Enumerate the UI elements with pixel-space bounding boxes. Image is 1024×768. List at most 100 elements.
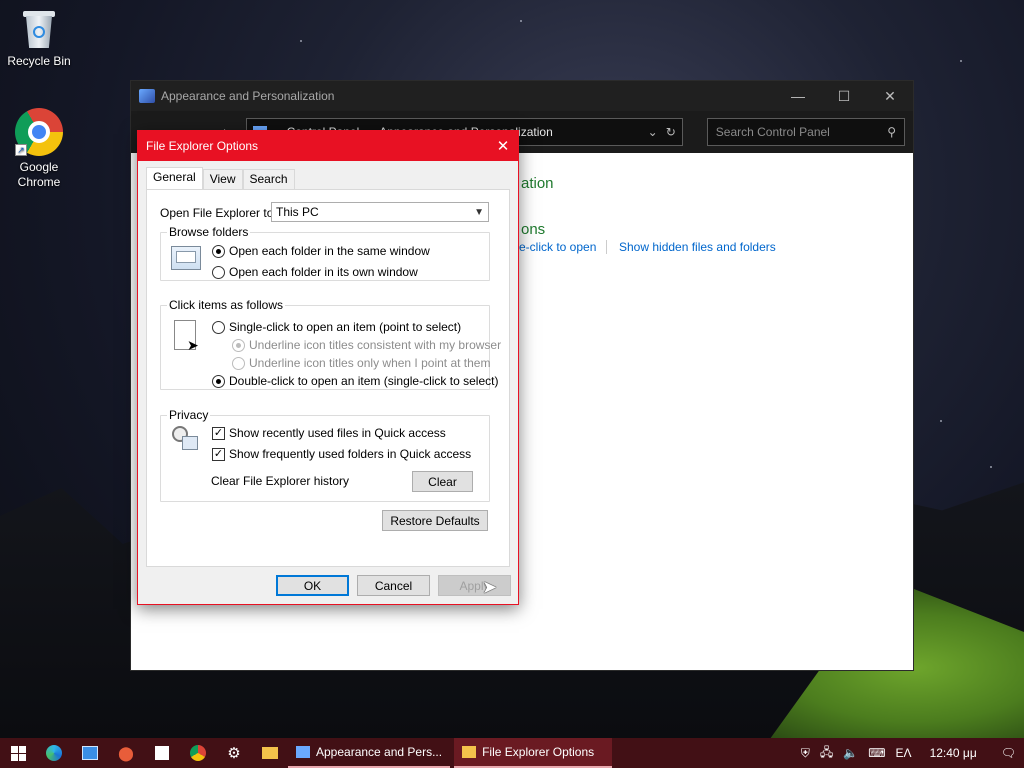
checkbox-label: Show frequently used folders in Quick ac… (229, 447, 472, 461)
refresh-icon[interactable]: ↻ (666, 125, 676, 139)
close-button[interactable]: ✕ (867, 81, 913, 111)
folder-options-icon (462, 746, 477, 758)
show-hidden-files-link[interactable]: Show hidden files and folders (619, 240, 776, 254)
clear-history-label: Clear File Explorer history (211, 474, 350, 488)
cancel-button[interactable]: Cancel (357, 575, 430, 596)
settings-gear-icon[interactable]: ⚙ (216, 738, 252, 768)
taskbar-app-label: Appearance and Pers... (316, 745, 443, 759)
page-heading: ation (521, 175, 554, 192)
open-file-explorer-select[interactable]: This PC ▼ (271, 202, 489, 222)
radio-button (232, 356, 245, 370)
radio-label: Double-click to open an item (single-cli… (229, 374, 499, 388)
clock-files-icon (172, 426, 200, 454)
apply-button[interactable]: Apply (438, 575, 511, 596)
radio-button (232, 338, 245, 352)
divider (606, 240, 607, 254)
star (300, 40, 302, 42)
system-tray: ⛨ 🖧 🔈 ⌨ ΕΛ 12:40 μμ 🗨 (801, 738, 1024, 768)
control-panel-icon (139, 89, 155, 103)
click-to-open-link[interactable]: e-click to open (519, 240, 596, 254)
restore-defaults-button[interactable]: Restore Defaults (382, 510, 488, 531)
control-panel-titlebar: Appearance and Personalization — ☐ ✕ (131, 81, 913, 111)
file-explorer-icon[interactable] (252, 738, 288, 768)
recycle-bin-icon (22, 8, 56, 50)
select-value: This PC (276, 205, 319, 219)
chevron-down-icon[interactable]: ⌄ (648, 125, 658, 139)
store-icon[interactable] (144, 738, 180, 768)
radio-label: Single-click to open an item (point to s… (229, 320, 462, 334)
tab-strip: General View Search (146, 167, 295, 189)
group-legend: Browse folders (169, 225, 249, 239)
radio-label: Open each folder in its own window (229, 265, 418, 279)
checkbox[interactable]: ✓ (212, 447, 225, 461)
control-panel-icon (296, 746, 310, 758)
star (940, 420, 942, 422)
checkbox-recent-files[interactable]: ✓ Show recently used files in Quick acce… (212, 426, 446, 440)
document-pointer-icon: ➤ (174, 320, 199, 353)
star (960, 60, 962, 62)
taskbar-app-control-panel[interactable]: Appearance and Pers... (288, 738, 451, 768)
ok-button[interactable]: OK (276, 575, 349, 596)
taskbar: ⬤ ⚙ Appearance and Pers... File Explorer… (0, 738, 1024, 768)
keyboard-icon[interactable]: ⌨ (868, 746, 885, 760)
taskbar-app-file-explorer-options[interactable]: File Explorer Options (454, 738, 613, 768)
maximize-button[interactable]: ☐ (821, 81, 867, 111)
network-icon[interactable]: 🖧 (820, 743, 833, 764)
edge-icon[interactable] (36, 738, 72, 768)
mail-icon[interactable] (72, 738, 108, 768)
tab-general[interactable]: General (146, 167, 203, 189)
search-box[interactable]: ⚲ (706, 118, 906, 146)
maps-pin-icon[interactable]: ⬤ (108, 738, 144, 768)
open-file-explorer-label: Open File Explorer to: (160, 206, 277, 220)
checkbox[interactable]: ✓ (212, 426, 225, 440)
mouse-cursor-icon: ➤ (482, 577, 498, 597)
desktop-icon-label: Google Chrome (17, 160, 61, 189)
notifications-icon[interactable]: 🗨 (1001, 746, 1016, 760)
desktop-icon-label: Recycle Bin (7, 54, 71, 68)
radio-single-click[interactable]: Single-click to open an item (point to s… (212, 320, 461, 334)
shortcut-arrow-icon: ↗ (15, 144, 27, 156)
tab-view[interactable]: View (202, 169, 243, 189)
language-indicator[interactable]: ΕΛ (896, 746, 912, 760)
dialog-titlebar: File Explorer Options ✕ (138, 131, 518, 161)
radio-own-window[interactable]: Open each folder in its own window (212, 265, 418, 279)
radio-underline-point: Underline icon titles only when I point … (232, 356, 490, 370)
search-icon: ⚲ (887, 125, 897, 139)
radio-button[interactable] (212, 244, 225, 258)
desktop-google-chrome[interactable]: ↗ Google Chrome (1, 108, 77, 190)
taskbar-app-label: File Explorer Options (482, 745, 595, 759)
radio-same-window[interactable]: Open each folder in the same window (212, 244, 430, 258)
desktop-recycle-bin[interactable]: Recycle Bin (1, 8, 77, 68)
dialog-title: File Explorer Options (146, 139, 259, 153)
file-explorer-options-dialog: File Explorer Options ✕ General View Sea… (137, 130, 519, 605)
start-windows-icon[interactable] (0, 738, 36, 768)
chrome-taskbar-icon[interactable] (180, 738, 216, 768)
close-icon[interactable]: ✕ (488, 137, 518, 155)
clear-button[interactable]: Clear (412, 471, 473, 492)
radio-underline-browser: Underline icon titles consistent with my… (232, 338, 501, 352)
chrome-icon: ↗ (15, 108, 63, 156)
section-heading[interactable]: ons (521, 221, 545, 238)
window-title: Appearance and Personalization (161, 89, 335, 103)
radio-button[interactable] (212, 265, 225, 279)
clock[interactable]: 12:40 μμ (930, 746, 977, 760)
minimize-button[interactable]: — (775, 81, 821, 111)
search-input[interactable] (715, 125, 886, 139)
star (990, 466, 992, 468)
tab-search[interactable]: Search (242, 169, 295, 189)
group-legend: Click items as follows (169, 298, 284, 312)
volume-icon[interactable]: 🔈 (843, 746, 858, 760)
general-tab-panel: Open File Explorer to: This PC ▼ Browse … (146, 189, 510, 567)
folder-window-icon (171, 246, 201, 270)
radio-button[interactable] (212, 374, 225, 388)
checkbox-label: Show recently used files in Quick access (229, 426, 446, 440)
group-legend: Privacy (169, 408, 209, 422)
star (520, 20, 522, 22)
chevron-down-icon: ▼ (474, 206, 484, 218)
radio-double-click[interactable]: Double-click to open an item (single-cli… (212, 374, 498, 388)
security-shield-icon[interactable]: ⛨ (801, 746, 810, 761)
radio-label: Open each folder in the same window (229, 244, 430, 258)
radio-label: Underline icon titles only when I point … (249, 356, 491, 370)
checkbox-frequent-folders[interactable]: ✓ Show frequently used folders in Quick … (212, 447, 471, 461)
radio-button[interactable] (212, 320, 225, 334)
